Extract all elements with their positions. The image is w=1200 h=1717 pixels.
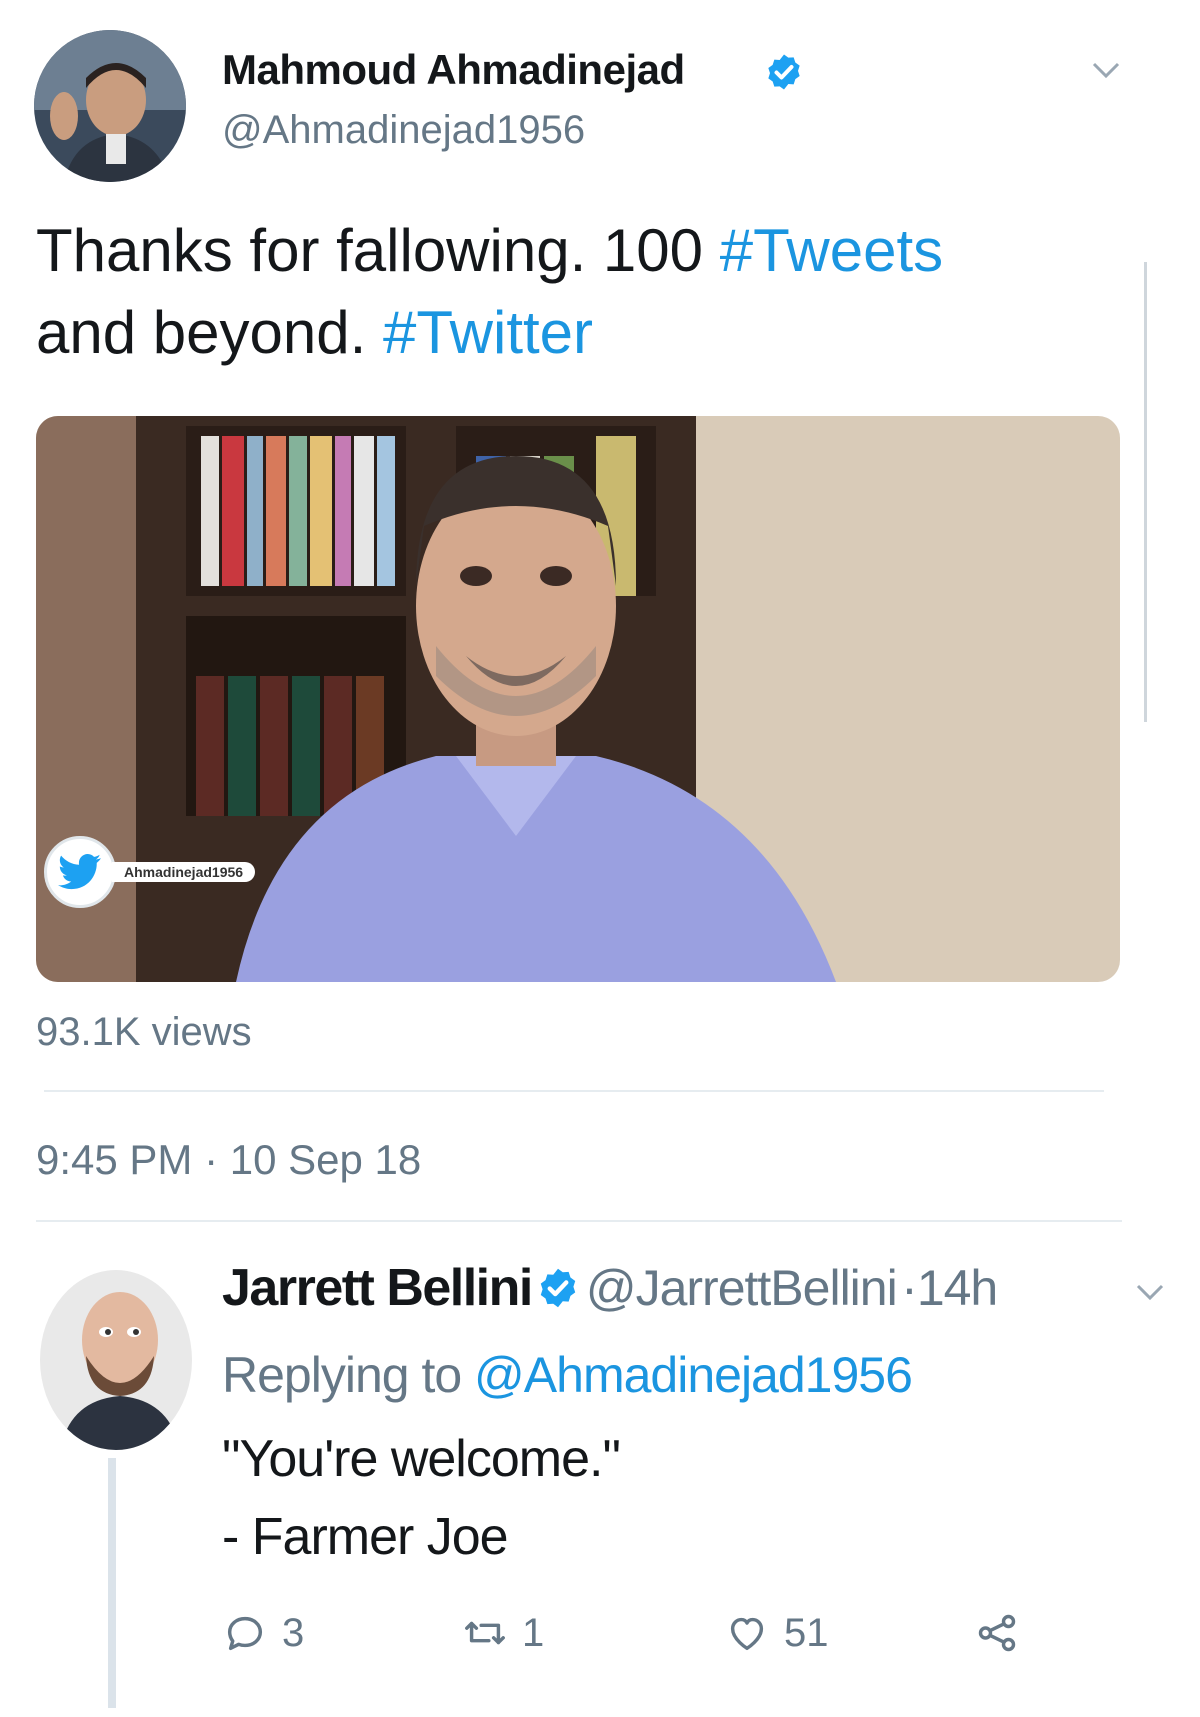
chevron-down-icon[interactable] bbox=[1132, 1280, 1168, 1304]
separator-dot: · bbox=[901, 1260, 918, 1316]
chevron-down-icon[interactable] bbox=[1088, 58, 1124, 82]
reply-header: Jarrett Bellini @JarrettBellini ·14h bbox=[222, 1258, 998, 1318]
tweet-timestamp[interactable]: 9:45 PM · 10 Sep 18 bbox=[36, 1136, 421, 1184]
reply-text-line: - Farmer Joe bbox=[222, 1508, 509, 1566]
heart-icon bbox=[730, 1617, 764, 1651]
retweet-icon bbox=[465, 1621, 505, 1645]
like-action[interactable]: 51 bbox=[724, 1608, 829, 1658]
author-name[interactable]: Mahmoud Ahmadinejad bbox=[222, 46, 685, 94]
tweet-text-part: Thanks for fallowing. 100 bbox=[36, 217, 720, 284]
twitter-bird-icon bbox=[44, 836, 116, 908]
hashtag-link[interactable]: #Tweets bbox=[720, 217, 943, 284]
author-avatar[interactable] bbox=[34, 30, 186, 182]
reply-text-line: "You're welcome." bbox=[222, 1430, 621, 1488]
reply-text: "You're welcome." - Farmer Joe bbox=[222, 1420, 621, 1576]
share-action[interactable] bbox=[974, 1608, 1020, 1658]
tweet-video[interactable]: Ahmadinejad1956 bbox=[36, 416, 1120, 982]
divider bbox=[36, 1220, 1122, 1222]
replying-to: Replying to @Ahmadinejad1956 bbox=[222, 1346, 913, 1404]
reply-count: 3 bbox=[282, 1610, 305, 1655]
thread-line bbox=[108, 1458, 116, 1708]
retweet-action[interactable]: 1 bbox=[462, 1608, 544, 1658]
like-count: 51 bbox=[784, 1610, 829, 1655]
reply-author-handle[interactable]: @JarrettBellini bbox=[586, 1260, 898, 1316]
reply-bubble-icon bbox=[227, 1616, 263, 1651]
verified-badge-icon bbox=[536, 1266, 580, 1310]
verified-badge-icon bbox=[764, 52, 804, 92]
author-handle[interactable]: @Ahmadinejad1956 bbox=[222, 108, 585, 153]
media-watermark: Ahmadinejad1956 bbox=[44, 836, 256, 908]
tweet-text-part: and beyond. bbox=[36, 299, 383, 366]
reply-author-avatar[interactable] bbox=[40, 1270, 192, 1450]
retweet-count: 1 bbox=[522, 1610, 545, 1655]
media-watermark-text: Ahmadinejad1956 bbox=[112, 862, 256, 882]
replying-prefix: Replying to bbox=[222, 1347, 475, 1403]
divider bbox=[44, 1090, 1104, 1092]
reply-action[interactable]: 3 bbox=[222, 1608, 304, 1658]
scroll-edge bbox=[1144, 262, 1147, 722]
hashtag-link[interactable]: #Twitter bbox=[383, 299, 593, 366]
replying-handle-link[interactable]: @Ahmadinejad1956 bbox=[474, 1347, 913, 1403]
view-count: 93.1K views bbox=[36, 1010, 252, 1054]
tweet-text: Thanks for fallowing. 100 #Tweets and be… bbox=[36, 210, 1156, 374]
share-icon bbox=[978, 1614, 1016, 1652]
reply-age[interactable]: 14h bbox=[917, 1260, 998, 1316]
reply-author-name[interactable]: Jarrett Bellini bbox=[222, 1259, 533, 1317]
